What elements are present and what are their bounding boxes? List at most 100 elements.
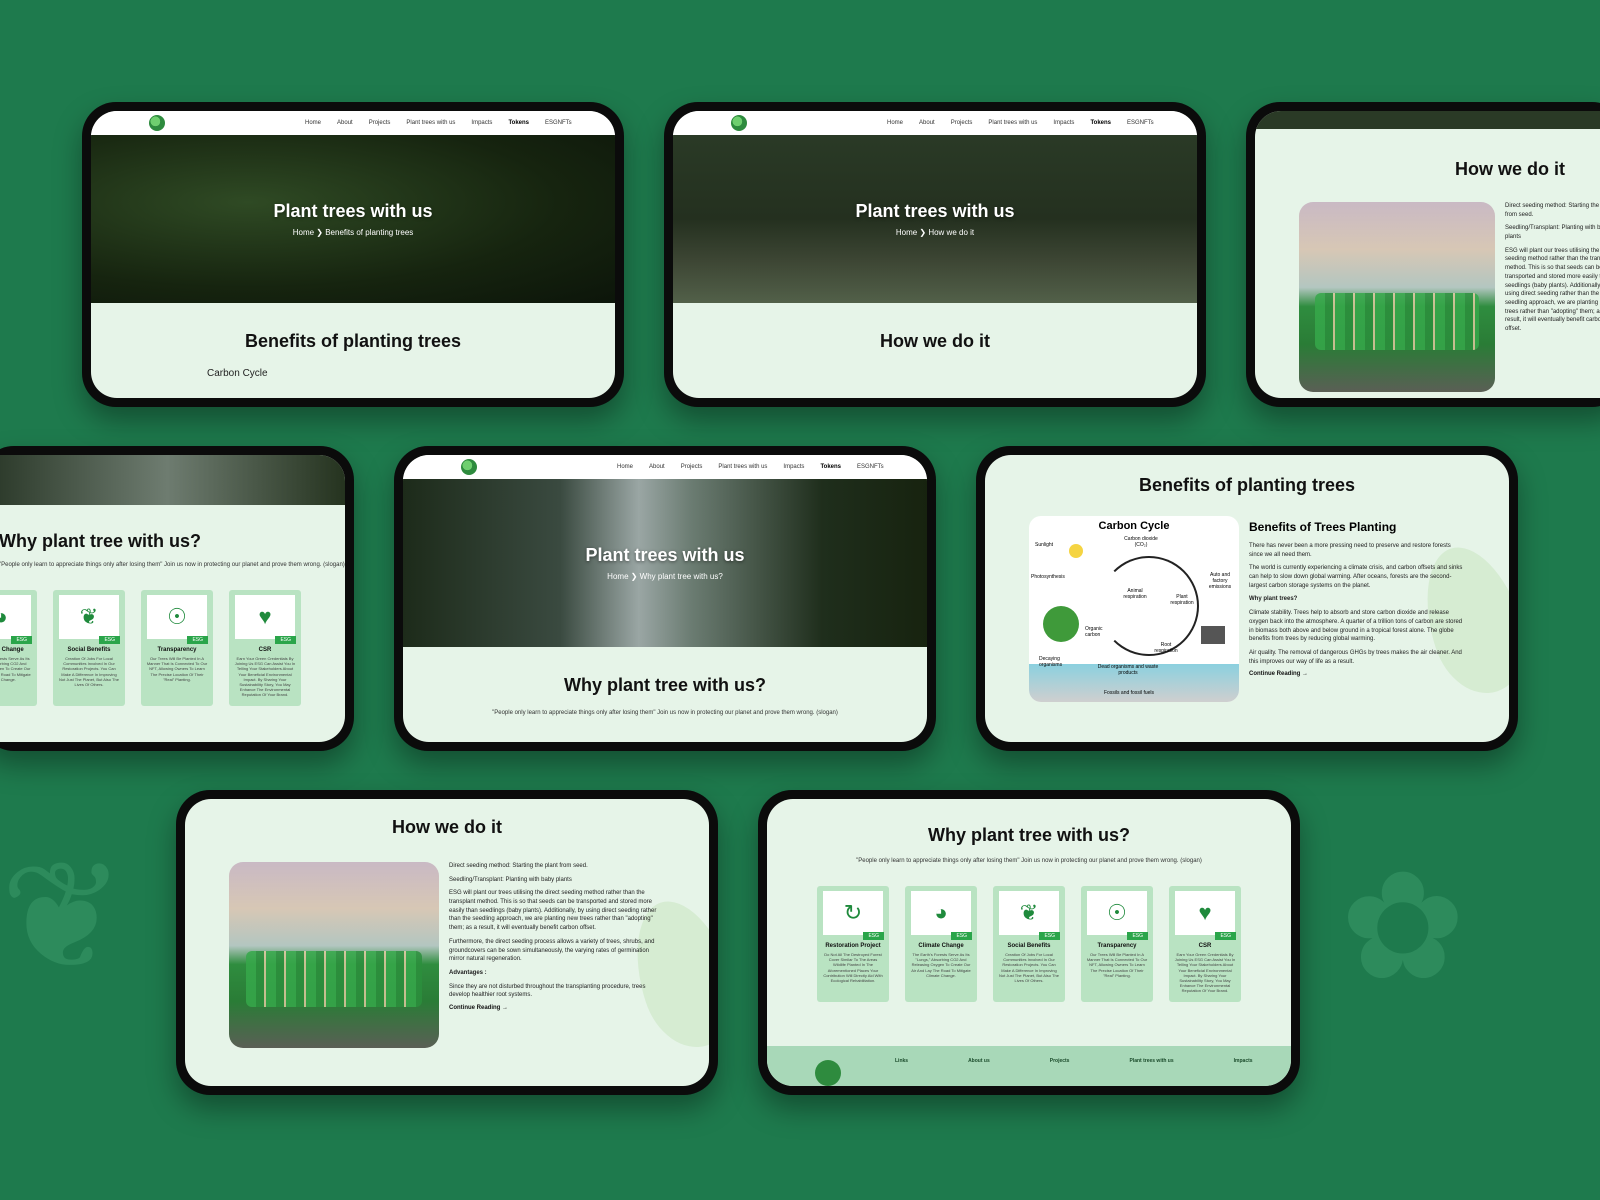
footer-logo-icon[interactable]: [815, 1060, 841, 1086]
factory-icon: [1201, 626, 1225, 644]
card-restoration-project[interactable]: ↻ ESG Restoration Project Do Not All The De…: [817, 886, 889, 1002]
card-title: CSR: [1198, 943, 1212, 949]
diagram-label-root: Root respiration: [1154, 642, 1178, 654]
card-desc: Earn Your Green Credentials By Joining U…: [1174, 952, 1236, 994]
breadcrumb[interactable]: Home ❯ How we do it: [896, 228, 974, 237]
diagram-label-photosynthesis: Photosynthesis: [1031, 574, 1065, 580]
esg-tag: ESG: [275, 636, 296, 644]
nav-projects[interactable]: Projects: [951, 120, 973, 126]
esg-tag: ESG: [1215, 932, 1236, 940]
esg-tag: ESG: [187, 636, 208, 644]
hero-title: Plant trees with us: [273, 201, 433, 221]
diagram-label-emissions: Auto and factory emissions: [1208, 572, 1232, 590]
mockup-why-partial: Why plant tree with us? "People only lea…: [0, 446, 354, 751]
dolphin-silhouette-icon: ❦: [0, 832, 126, 1000]
mockup-how-hero: Home About Projects Plant trees with us …: [664, 102, 1206, 407]
logo-icon[interactable]: [149, 115, 165, 131]
mockup-benefits-content: Benefits of planting trees Carbon Cycle …: [976, 446, 1518, 751]
footer-links-heading: Links: [895, 1058, 909, 1064]
logo-icon[interactable]: [461, 459, 477, 475]
continue-reading-link[interactable]: Continue Reading →: [449, 1005, 665, 1011]
nav-plant-trees[interactable]: Plant trees with us: [988, 120, 1037, 126]
card-climate-change[interactable]: ◕ESG Climate Change The Earth's Forests Se…: [905, 886, 977, 1002]
nav-about[interactable]: About: [649, 464, 665, 470]
nav-home[interactable]: Home: [305, 120, 321, 126]
nav-home[interactable]: Home: [887, 120, 903, 126]
nav-tokens[interactable]: Tokens: [820, 464, 841, 470]
nav-projects[interactable]: Projects: [681, 464, 703, 470]
card-title: Climate Change: [0, 647, 24, 653]
logo-icon[interactable]: [731, 115, 747, 131]
diagram-label-organic: Organic carbon: [1085, 626, 1103, 638]
nav-plant-trees[interactable]: Plant trees with us: [718, 464, 767, 470]
breadcrumb[interactable]: Home ❯ Why plant tree with us?: [607, 572, 723, 581]
benefit-cards: ↻ ESG Restoration Project Do Not All The De…: [767, 886, 1291, 1002]
breadcrumb[interactable]: Home ❯ Benefits of planting trees: [293, 228, 414, 237]
nav-tokens[interactable]: Tokens: [1090, 120, 1111, 126]
nav-about[interactable]: About: [337, 120, 353, 126]
footer-impacts-heading: Impacts: [1233, 1058, 1253, 1064]
mockup-why-hero: Home About Projects Plant trees with us …: [394, 446, 936, 751]
hero-banner: Plant trees with us Home ❯ How we do it: [673, 135, 1197, 303]
section-title: Benefits of planting trees: [244, 331, 462, 351]
card-csr[interactable]: ♥ ESG CSR Earn Your Green Credentials By Jo…: [1169, 886, 1241, 1002]
globe-icon: ◕: [0, 595, 31, 639]
nav-impacts[interactable]: Impacts: [1053, 120, 1074, 126]
hero-banner: Plant trees with us Home ❯ Why plant tre…: [403, 479, 927, 647]
slogan: "People only learn to appreciate things …: [492, 710, 838, 716]
paragraph: Direct seeding method: Starting the plan…: [1505, 203, 1600, 218]
nav-esgnfts[interactable]: ESGNFTs: [545, 120, 572, 126]
diagram-label-decaying: Decaying organisms: [1039, 656, 1063, 668]
navbar: Home About Projects Plant trees with us …: [91, 111, 615, 135]
diagram-label-plant: Plant respiration: [1170, 594, 1194, 606]
card-social-benefits[interactable]: ❦ ESG Social Benefits Creation Of Jobs For …: [993, 886, 1065, 1002]
paragraph: ESG will plant our trees utilising the d…: [449, 890, 657, 932]
nav-plant-trees[interactable]: Plant trees with us: [406, 120, 455, 126]
card-title: Social Benefits: [67, 647, 111, 653]
volunteers-photo: [1299, 202, 1495, 392]
diagram-label-co2: Carbon dioxide (CO₂): [1124, 536, 1158, 548]
card-transparency[interactable]: ☉ ESG Transparency Our Trees Will Be Plante…: [1081, 886, 1153, 1002]
turtle-silhouette-icon: ✿: [1340, 842, 1466, 1010]
card-desc: Our Trees Will Be Planted In A Manner Th…: [146, 656, 208, 682]
magnifier-icon: ☉: [147, 595, 207, 639]
esg-tag: ESG: [951, 932, 972, 940]
how-text-column: Direct seeding method: Starting the plan…: [449, 862, 665, 1048]
card-csr[interactable]: ♥ ESG CSR Earn Your Green Credentials By Jo…: [229, 590, 301, 706]
nav-esgnfts[interactable]: ESGNFTs: [857, 464, 884, 470]
card-desc: The Earth's Forests Serve As Its "Lungs,…: [911, 952, 971, 978]
card-desc: Creation Of Jobs For Local Communities I…: [999, 952, 1059, 983]
nav-home[interactable]: Home: [617, 464, 633, 470]
benefit-cards: ◕ ESG Climate Change The Earth's Forests Se…: [0, 590, 345, 706]
diagram-title: Carbon Cycle: [1098, 520, 1170, 532]
carbon-cycle-diagram: Carbon Cycle Sunlight Carbon dioxide (CO…: [1029, 516, 1239, 702]
nav-projects[interactable]: Projects: [369, 120, 391, 126]
footer-about-heading: About us: [968, 1058, 990, 1064]
card-social-benefits[interactable]: ❦ ESG Social Benefits Creation Of Jobs For …: [53, 590, 125, 706]
continue-reading-link[interactable]: Continue Reading →: [1249, 671, 1465, 677]
nav-esgnfts[interactable]: ESGNFTs: [1127, 120, 1154, 126]
card-climate-change[interactable]: ◕ESG Climate Change The Earth's Forests Se…: [0, 590, 37, 706]
card-desc: Earn Your Green Credentials By Joining U…: [234, 656, 296, 698]
footer-projects-heading: Projects: [1049, 1058, 1070, 1064]
card-transparency[interactable]: ☉ ESG Transparency Our Trees Will Be Plante…: [141, 590, 213, 706]
section-title: Benefits of planting trees: [1138, 475, 1356, 495]
paragraph: There has never been a more pressing nee…: [1249, 543, 1451, 558]
nav-impacts[interactable]: Impacts: [471, 120, 492, 126]
card-desc: The Earth's Forests Serve As Its "Lungs,…: [0, 656, 31, 682]
paragraph: Furthermore, the direct seeding process …: [449, 938, 655, 963]
nav-impacts[interactable]: Impacts: [783, 464, 804, 470]
section-title: How we do it: [392, 817, 502, 837]
benefits-text-column: Benefits of Trees Planting There has nev…: [1249, 516, 1465, 702]
esg-tag: ESG: [863, 932, 884, 940]
hero-title: Plant trees with us: [855, 201, 1015, 221]
hero-title: Plant trees with us: [585, 545, 745, 565]
nav-tokens[interactable]: Tokens: [508, 120, 529, 126]
card-desc: Our Trees Will Be Planted In A Manner Th…: [1086, 952, 1148, 978]
nav-about[interactable]: About: [919, 120, 935, 126]
esg-tag: ESG: [1039, 932, 1060, 940]
diagram-label-sunlight: Sunlight: [1035, 542, 1054, 548]
diagram-label-animal: Animal respiration: [1123, 588, 1147, 600]
paragraph: Climate stability. Trees help to absorb …: [1249, 610, 1463, 643]
heart-icon: ♥: [1175, 891, 1235, 935]
